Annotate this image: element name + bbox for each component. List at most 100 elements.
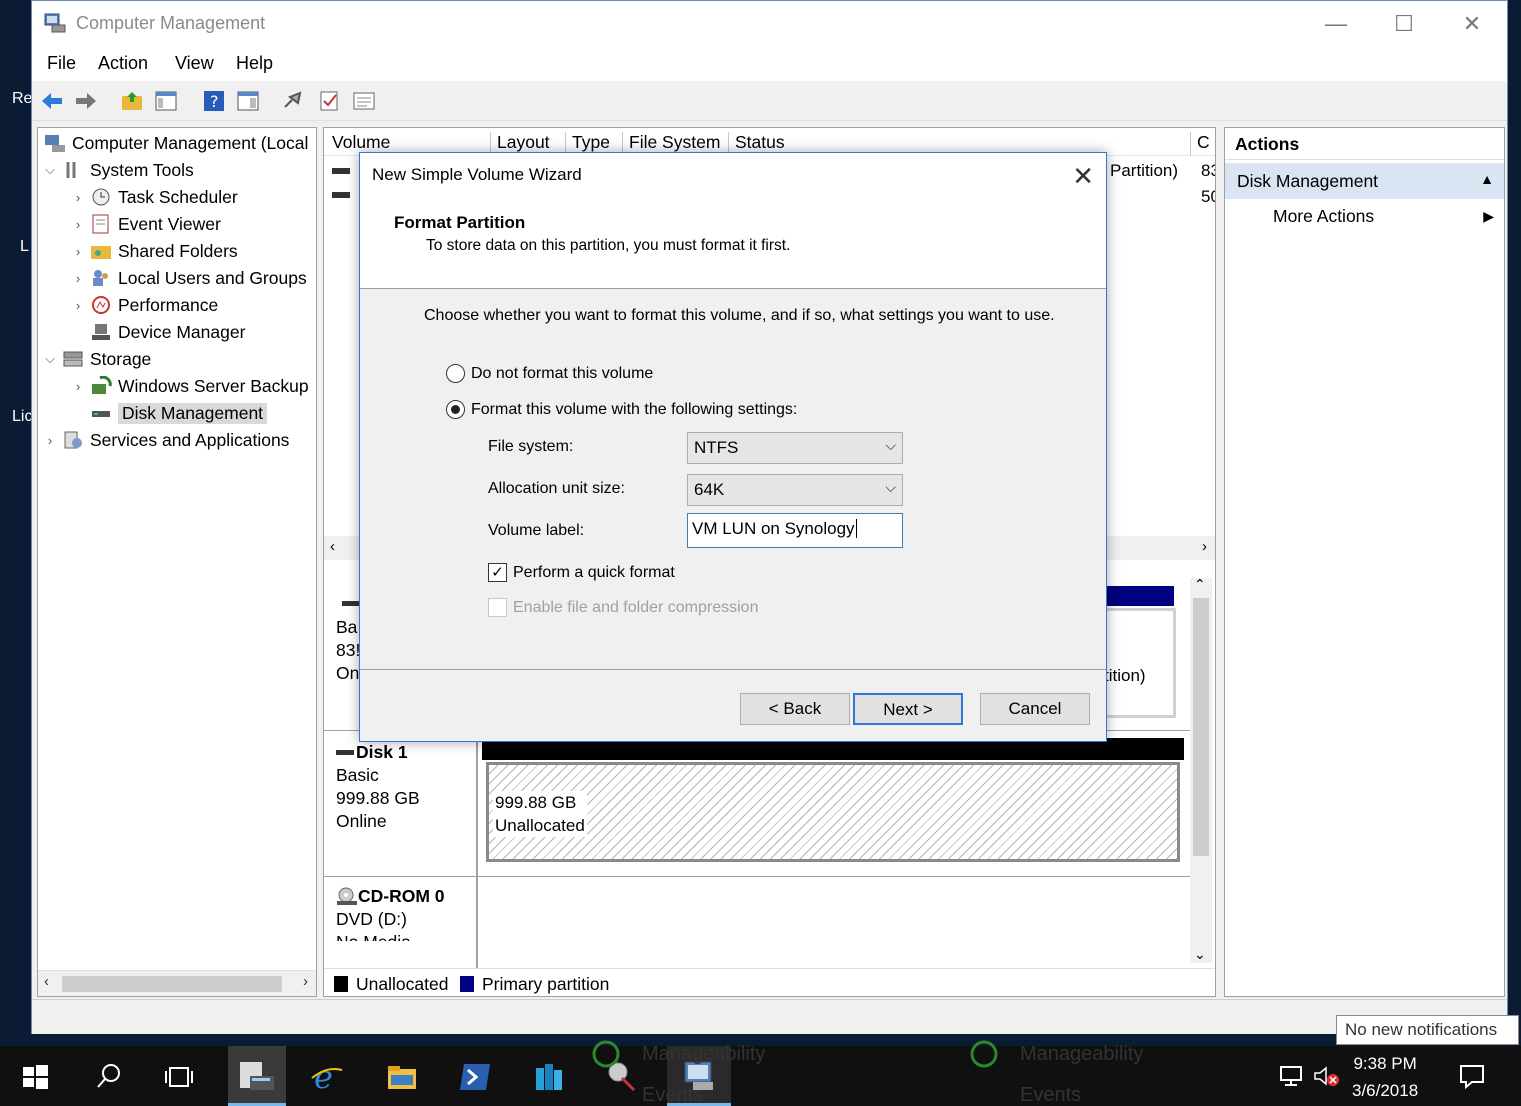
cancel-button[interactable]: Cancel <box>980 693 1090 725</box>
powershell-icon[interactable] <box>458 1060 492 1094</box>
clock-date: 3/6/2018 <box>1352 1081 1419 1100</box>
network-icon[interactable] <box>1278 1064 1304 1088</box>
chevron-right-icon[interactable]: › <box>70 271 86 286</box>
volume-label-input[interactable]: VM LUN on Synology <box>687 513 903 548</box>
radio-do-not-format[interactable]: Do not format this volume <box>446 364 653 383</box>
tree-item-label: Disk Management <box>118 402 268 424</box>
connect-icon[interactable] <box>282 89 306 113</box>
forward-arrow-icon[interactable] <box>74 89 98 113</box>
menu-file[interactable]: File <box>47 53 76 74</box>
chevron-right-icon[interactable]: › <box>70 379 86 394</box>
allocation-unit-size-dropdown[interactable]: 64K ⌵ <box>687 474 903 506</box>
computer-management-icon <box>45 135 65 152</box>
taskbar-active-app[interactable] <box>228 1046 286 1106</box>
storage-app-icon[interactable] <box>532 1060 566 1094</box>
system-clock[interactable]: 9:38 PM 3/6/2018 <box>1352 1050 1418 1104</box>
volume-muted-icon[interactable] <box>1312 1064 1340 1088</box>
scroll-up-icon[interactable]: ⌃ <box>1194 576 1206 593</box>
actions-section-disk-management[interactable]: Disk Management ▲ <box>1225 163 1504 199</box>
tree-item-label: Storage <box>90 348 152 369</box>
scroll-right-icon[interactable]: › <box>1202 538 1207 555</box>
radio-button-selected[interactable] <box>446 400 465 419</box>
disk-1-header[interactable]: Disk 1 Basic 999.88 GB Online <box>324 731 476 877</box>
tree-item-device-manager[interactable]: Device Manager <box>86 319 245 345</box>
tree-item-task-scheduler[interactable]: › Task Scheduler <box>70 184 238 210</box>
menu-action[interactable]: Action <box>98 53 148 74</box>
back-arrow-icon[interactable] <box>40 89 64 113</box>
tree-item-windows-server-backup[interactable]: › Windows Server Backup <box>70 373 309 399</box>
scroll-right-icon[interactable]: › <box>303 973 308 990</box>
windows-start-icon[interactable] <box>18 1060 52 1094</box>
tree-item-system-tools[interactable]: ⌵ System Tools <box>42 157 194 183</box>
search-icon[interactable] <box>92 1060 126 1094</box>
quick-format-label: Perform a quick format <box>513 563 675 581</box>
ghost-text: Events <box>1020 1084 1082 1106</box>
chevron-down-icon[interactable]: ⌵ <box>42 351 58 367</box>
quick-format-checkbox[interactable]: ✓ <box>488 563 507 582</box>
scroll-left-icon[interactable]: ‹ <box>44 973 49 990</box>
tree-item-storage[interactable]: ⌵ Storage <box>42 346 151 372</box>
submenu-arrow-icon: ▶ <box>1483 208 1494 224</box>
help-icon[interactable]: ? <box>202 89 226 113</box>
close-icon[interactable]: ✕ <box>1072 161 1094 192</box>
collapse-up-icon[interactable]: ▲ <box>1480 171 1494 187</box>
show-hide-action-pane-icon[interactable] <box>236 89 260 113</box>
radio-button[interactable] <box>446 364 465 383</box>
desktop-text-fragment: L <box>20 238 29 255</box>
chevron-right-icon[interactable]: › <box>70 190 86 205</box>
disk-0-label-partial: Ba 83! On <box>336 617 361 683</box>
volume-label-label: Volume label: <box>488 522 585 539</box>
partition-box[interactable] <box>1104 608 1176 718</box>
tree-item-label: Windows Server Backup <box>118 375 309 396</box>
next-button[interactable]: Next > <box>853 693 963 725</box>
properties-list-icon[interactable] <box>352 89 376 113</box>
tree-item-performance[interactable]: › Performance <box>70 292 218 318</box>
maximize-button[interactable]: ☐ <box>1381 9 1427 39</box>
show-hide-tree-icon[interactable] <box>154 89 178 113</box>
more-actions-item[interactable]: More Actions <box>1273 206 1374 227</box>
disk-1-size: 999.88 GB <box>336 788 420 808</box>
menu-help[interactable]: Help <box>236 53 273 74</box>
file-explorer-icon[interactable] <box>385 1060 419 1094</box>
scrollbar-thumb[interactable] <box>1193 598 1209 856</box>
quick-format-checkbox-row[interactable]: ✓ Perform a quick format <box>488 563 675 582</box>
unallocated-region[interactable]: 999.88 GB Unallocated <box>486 762 1180 862</box>
back-button[interactable]: < Back <box>740 693 850 725</box>
cdrom-header[interactable]: CD-ROM 0 DVD (D:) No Media <box>324 877 476 967</box>
chevron-right-icon[interactable]: › <box>70 298 86 313</box>
internet-explorer-icon[interactable]: e <box>310 1060 344 1094</box>
radio-format-volume[interactable]: Format this volume with the following se… <box>446 400 797 419</box>
scroll-down-icon[interactable]: ⌄ <box>1194 946 1206 963</box>
menu-view[interactable]: View <box>175 53 214 74</box>
wizard-title: New Simple Volume Wizard <box>372 165 582 184</box>
minimize-button[interactable]: — <box>1313 9 1359 39</box>
title-bar[interactable]: Computer Management — ☐ ✕ <box>32 1 1507 47</box>
chevron-down-icon[interactable]: ⌵ <box>885 479 896 496</box>
compression-checkbox <box>488 598 507 617</box>
close-button[interactable]: ✕ <box>1449 9 1495 39</box>
check-icon[interactable] <box>318 89 342 113</box>
tree-root[interactable]: Computer Management (Local <box>40 130 308 156</box>
chevron-right-icon[interactable]: › <box>70 244 86 259</box>
task-view-icon[interactable] <box>162 1060 196 1094</box>
disk-header-separator <box>476 877 478 968</box>
disk-graph-vertical-scrollbar[interactable]: ⌃ ⌄ <box>1190 576 1212 963</box>
services-icon <box>64 431 82 449</box>
chevron-right-icon[interactable]: › <box>42 433 58 448</box>
column-capacity[interactable]: C <box>1190 132 1210 156</box>
chevron-right-icon[interactable]: › <box>70 217 86 232</box>
tree-item-local-users[interactable]: › Local Users and Groups <box>70 265 307 291</box>
radio-label: Do not format this volume <box>471 364 654 382</box>
scrollbar-thumb[interactable] <box>62 976 282 992</box>
tree-item-event-viewer[interactable]: › Event Viewer <box>70 211 221 237</box>
tree-item-disk-management[interactable]: Disk Management <box>86 400 268 426</box>
notification-center-icon[interactable] <box>1458 1062 1486 1090</box>
file-system-dropdown[interactable]: NTFS ⌵ <box>687 432 903 464</box>
scroll-left-icon[interactable]: ‹ <box>330 538 335 555</box>
tree-item-services-and-applications[interactable]: › Services and Applications <box>42 427 290 453</box>
chevron-down-icon[interactable]: ⌵ <box>42 162 58 178</box>
chevron-down-icon[interactable]: ⌵ <box>885 437 896 454</box>
tree-horizontal-scrollbar[interactable]: ‹ › <box>38 970 316 996</box>
tree-item-shared-folders[interactable]: › Shared Folders <box>70 238 238 264</box>
up-folder-icon[interactable] <box>120 89 144 113</box>
